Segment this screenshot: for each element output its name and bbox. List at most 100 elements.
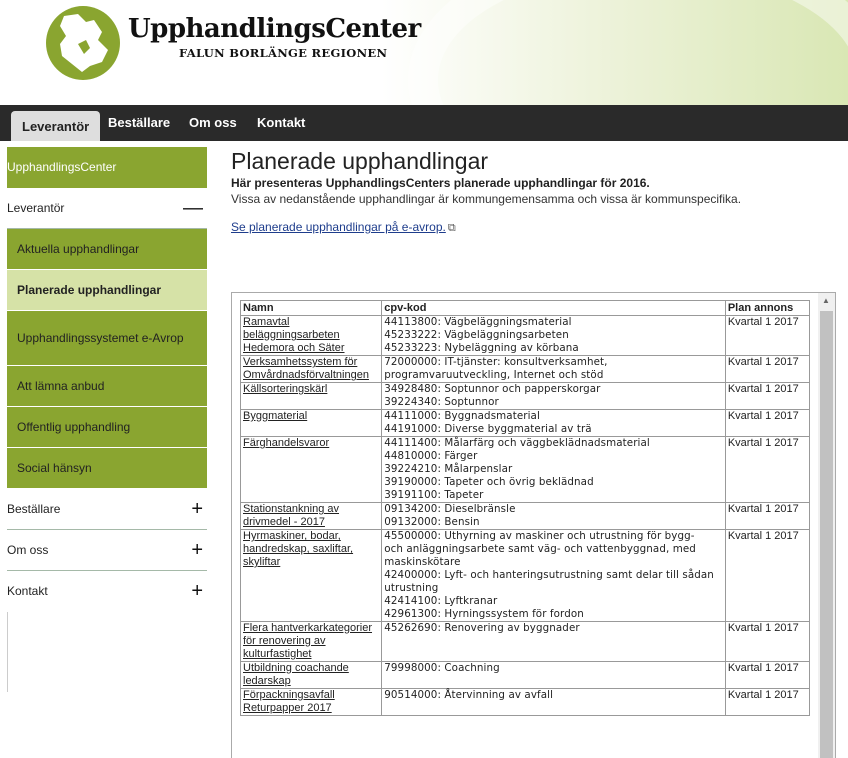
table-row: Hyrmaskiner, bodar, handredskap, saxlift… xyxy=(239,529,811,622)
sidebar-item-label: Kontakt xyxy=(7,584,48,598)
sidebar-item-aktuella[interactable]: Aktuella upphandlingar xyxy=(7,229,207,270)
procurement-link[interactable]: Verksamhetssystem för Omvårdnadsförvaltn… xyxy=(243,356,369,381)
logo-icon[interactable] xyxy=(46,6,120,80)
cell-name: Stationstankning av drivmedel - 2017 xyxy=(239,502,383,530)
tab-om-oss[interactable]: Om oss xyxy=(189,105,237,141)
cpv-line: och anläggningsarbete samt väg- och vatt… xyxy=(384,543,696,555)
cell-cpv: 45262690: Renovering av byggnader xyxy=(381,621,726,662)
cpv-line: 39191100: Tapeter xyxy=(384,489,484,501)
table-row: Förpackningsavfall Returpapper 2017 90514… xyxy=(239,688,811,716)
table-row: Färghandelsvaror 44111400: Målarfärg och … xyxy=(239,436,811,503)
sidebar-item-upphandlingscenter[interactable]: UpphandlingsCenter xyxy=(7,147,207,188)
cpv-line: 45233223: Nybeläggning av körbana xyxy=(384,342,579,354)
sidebar-item-kontakt[interactable]: Kontakt + xyxy=(7,571,207,612)
sidebar-item-social[interactable]: Social hänsyn xyxy=(7,448,207,489)
cpv-line: 39224340: Soptunnor xyxy=(384,396,499,408)
logo-subtitle: FALUN BORLÄNGE REGIONEN xyxy=(179,46,388,60)
cpv-line: programvaruutveckling, Internet och stöd xyxy=(384,369,604,381)
tab-kontakt[interactable]: Kontakt xyxy=(257,105,305,141)
tab-leverantor[interactable]: Leverantör xyxy=(11,111,101,141)
sidebar-item-e-avrop[interactable]: Upphandlingssystemet e-Avrop xyxy=(7,311,207,366)
cell-plan: Kvartal 1 2017 xyxy=(724,688,811,716)
cell-name: Byggmaterial xyxy=(239,409,383,437)
column-header-namn: Namn xyxy=(239,300,383,316)
cpv-line: 44111400: Målarfärg och väggbeklädnadsma… xyxy=(384,437,650,449)
table-row: Stationstankning av drivmedel - 2017 0913… xyxy=(239,502,811,530)
header-decoration xyxy=(408,0,848,105)
expand-icon[interactable]: + xyxy=(191,571,203,612)
logo-title[interactable]: UpphandlingsCenter xyxy=(128,14,421,44)
main-nav: Leverantör Beställare Om oss Kontakt xyxy=(0,105,848,141)
cell-cpv: 79998000: Coachning xyxy=(381,661,726,689)
procurement-link[interactable]: Hyrmaskiner, bodar, handredskap, saxlift… xyxy=(243,530,353,568)
cell-plan: Kvartal 1 2017 xyxy=(724,436,811,503)
cell-name: Förpackningsavfall Returpapper 2017 xyxy=(239,688,383,716)
sidebar-item-bestallare[interactable]: Beställare + xyxy=(7,489,207,530)
page-title: Planerade upphandlingar xyxy=(231,148,489,174)
cpv-line: 79998000: Coachning xyxy=(384,662,500,674)
sidebar-item-om-oss[interactable]: Om oss + xyxy=(7,530,207,571)
cpv-line: 72000000: IT-tjänster: konsultverksamhet… xyxy=(384,356,608,368)
sidebar-divider xyxy=(7,612,207,692)
sidebar-item-label: Beställare xyxy=(7,502,61,516)
sidebar-item-label: Om oss xyxy=(7,543,49,557)
expand-icon[interactable]: + xyxy=(191,489,203,530)
cpv-line: 44810000: Färger xyxy=(384,450,478,462)
intro-text: Vissa av nedanstående upphandlingar är k… xyxy=(231,192,742,206)
collapse-icon[interactable]: — xyxy=(183,188,203,229)
vertical-scrollbar[interactable]: ▲ xyxy=(818,293,835,758)
sidebar-item-lamna-anbud[interactable]: Att lämna anbud xyxy=(7,366,207,407)
cell-plan: Kvartal 1 2017 xyxy=(724,529,811,622)
procurement-table: Namn cpv-kod Plan annons Ramavtal belägg… xyxy=(239,300,811,716)
cell-name: Färghandelsvaror xyxy=(239,436,383,503)
procurement-link[interactable]: Stationstankning av drivmedel - 2017 xyxy=(243,503,339,528)
cpv-line: 42400000: Lyft- och hanteringsutrustning… xyxy=(384,569,714,581)
table-row: Verksamhetssystem för Omvårdnadsförvaltn… xyxy=(239,355,811,383)
cell-cpv: 90514000: Återvinning av avfall xyxy=(381,688,726,716)
sidebar-item-offentlig[interactable]: Offentlig upphandling xyxy=(7,407,207,448)
cell-cpv: 72000000: IT-tjänster: konsultverksamhet… xyxy=(381,355,726,383)
procurement-link[interactable]: Källsorteringskärl xyxy=(243,383,327,395)
cpv-line: 45262690: Renovering av byggnader xyxy=(384,622,580,634)
cell-name: Utbildning coachande ledarskap xyxy=(239,661,383,689)
intro-bold: Här presenteras UpphandlingsCenters plan… xyxy=(231,176,650,190)
procurement-link[interactable]: Ramavtal beläggningsarbeten Hedemora och… xyxy=(243,316,345,354)
sidebar: UpphandlingsCenter Leverantör — Aktuella… xyxy=(7,147,207,692)
sidebar-item-leverantor[interactable]: Leverantör — xyxy=(7,188,207,229)
procurement-link[interactable]: Färghandelsvaror xyxy=(243,437,329,449)
tab-bestallare[interactable]: Beställare xyxy=(108,105,170,141)
scrollbar-thumb[interactable] xyxy=(820,311,833,758)
cell-name: Hyrmaskiner, bodar, handredskap, saxlift… xyxy=(239,529,383,622)
expand-icon[interactable]: + xyxy=(191,530,203,571)
table-row: Byggmaterial 44111000: Byggnadsmaterial 44… xyxy=(239,409,811,437)
cell-plan: Kvartal 1 2017 xyxy=(724,502,811,530)
procurement-link[interactable]: Byggmaterial xyxy=(243,410,307,422)
e-avrop-link-text[interactable]: Se planerade upphandlingar på e-avrop. xyxy=(231,220,446,234)
e-avrop-link[interactable]: Se planerade upphandlingar på e-avrop. ⧉ xyxy=(231,220,456,235)
sidebar-item-label: Leverantör xyxy=(7,201,65,215)
cell-cpv: 44111000: Byggnadsmaterial 44191000: Dive… xyxy=(381,409,726,437)
cell-name: Källsorteringskärl xyxy=(239,382,383,410)
scroll-up-icon[interactable]: ▲ xyxy=(822,296,830,305)
sidebar-item-planerade[interactable]: Planerade upphandlingar xyxy=(7,270,207,311)
cell-name: Flera hantverkarkategorier för renoverin… xyxy=(239,621,383,662)
external-link-icon: ⧉ xyxy=(447,222,456,234)
cpv-line: 44191000: Diverse byggmaterial av trä xyxy=(384,423,592,435)
procurement-link[interactable]: Flera hantverkarkategorier för renoverin… xyxy=(243,622,372,660)
cpv-line: utrustning xyxy=(384,582,439,594)
cpv-line: 09132000: Bensin xyxy=(384,516,480,528)
table-row: Utbildning coachande ledarskap 79998000: … xyxy=(239,661,811,689)
cell-cpv: 44111400: Målarfärg och väggbeklädnadsma… xyxy=(381,436,726,503)
procurement-link[interactable]: Utbildning coachande ledarskap xyxy=(243,662,349,687)
cpv-line: 34928480: Soptunnor och papperskorgar xyxy=(384,383,601,395)
cell-plan: Kvartal 1 2017 xyxy=(724,382,811,410)
cell-cpv: 45500000: Uthyrning av maskiner och utru… xyxy=(381,529,726,622)
cpv-line: 45500000: Uthyrning av maskiner och utru… xyxy=(384,530,695,542)
table-row: Flera hantverkarkategorier för renoverin… xyxy=(239,621,811,662)
cpv-line: 44113800: Vägbeläggningsmaterial xyxy=(384,316,572,328)
cpv-line: 45233222: Vägbeläggningsarbeten xyxy=(384,329,569,341)
column-header-cpv: cpv-kod xyxy=(381,300,726,316)
cell-name: Verksamhetssystem för Omvårdnadsförvaltn… xyxy=(239,355,383,383)
cpv-line: 44111000: Byggnadsmaterial xyxy=(384,410,540,422)
procurement-link[interactable]: Förpackningsavfall Returpapper 2017 xyxy=(243,689,335,714)
